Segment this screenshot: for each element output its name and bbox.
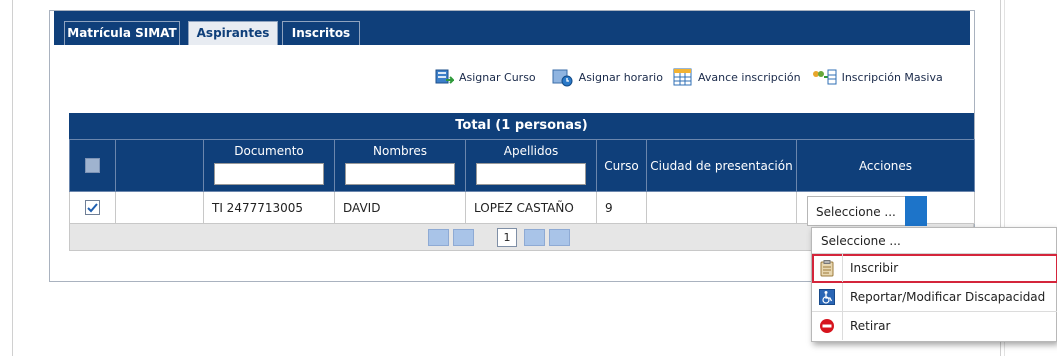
last-page-button[interactable] [549,229,570,246]
tab-matricula-simat[interactable]: Matrícula SIMAT [64,21,180,45]
first-page-button[interactable] [428,229,449,246]
checkmark-icon [87,203,98,213]
prev-page-button[interactable] [453,229,474,246]
menu-item-retirar[interactable]: Retirar [812,312,1057,341]
documento-header: Documento [203,139,335,192]
action-dropdown-menu: Seleccione ... Inscribir Reportar/Modifi… [811,227,1057,342]
nombres-label: Nombres [373,144,427,158]
tab-bar: Matrícula SIMAT Aspirantes Inscritos [54,11,970,45]
documento-filter[interactable] [214,163,324,185]
tab-inscritos[interactable]: Inscritos [282,21,360,45]
acciones-label: Acciones [858,158,913,173]
menu-item-reportar-discapacidad[interactable]: Reportar/Modificar Discapacidad [812,283,1057,312]
toolbar: Asignar Curso Asignar horario Avance ins… [434,66,953,88]
ciudad-label: Ciudad de presentación [650,158,793,173]
asignar-curso-label: Asignar Curso [459,70,536,84]
apellidos-cell: LOPEZ CASTAÑO [465,191,597,224]
menu-item-label: Retirar [850,319,891,333]
apellidos-label: Apellidos [503,144,559,158]
acciones-header: Acciones [796,139,975,192]
grid-title: Total (1 personas) [69,113,974,139]
clipboard-icon [812,254,843,282]
ciudad-cell [646,191,797,224]
left-border [12,0,13,356]
apellidos-filter[interactable] [476,163,586,185]
nombres-cell: DAVID [334,191,466,224]
row-select-cell [69,191,116,224]
assign-course-icon [435,69,454,84]
asignar-curso-tool[interactable]: Asignar Curso [434,67,536,87]
mass-enroll-icon [812,69,837,85]
asignar-horario-label: Asignar horario [578,70,663,84]
stop-icon [812,312,843,340]
nombres-header: Nombres [334,139,466,192]
curso-header: Curso [596,139,647,192]
wheelchair-icon [812,283,843,311]
next-page-button[interactable] [524,229,545,246]
dropdown-toggle-button[interactable] [905,196,927,226]
nombres-filter[interactable] [345,163,455,185]
action-select[interactable]: Seleccione ... [807,196,927,226]
apellidos-header: Apellidos [465,139,597,192]
inscripcion-masiva-label: Inscripción Masiva [841,70,943,84]
avance-inscripcion-tool[interactable]: Avance inscripción [673,67,801,87]
page-number[interactable]: 1 [497,228,517,247]
asignar-horario-tool[interactable]: Asignar horario [552,67,663,87]
documento-cell: TI 2477713005 [203,191,335,224]
documento-label: Documento [234,144,304,158]
progress-grid-icon [673,68,692,86]
menu-item-label: Inscribir [850,261,899,275]
tab-aspirantes[interactable]: Aspirantes [188,21,278,45]
curso-label: Curso [604,158,639,173]
ciudad-header: Ciudad de presentación [646,139,797,192]
action-select-value: Seleccione ... [816,205,896,219]
inscripcion-masiva-tool[interactable]: Inscripción Masiva [811,67,943,87]
avance-inscripcion-label: Avance inscripción [697,70,801,84]
schedule-icon [552,69,573,87]
dropdown-header[interactable]: Seleccione ... [812,228,1056,254]
blank-header [115,139,204,192]
select-all-cell [69,139,116,192]
row-checkbox[interactable] [85,200,100,215]
menu-item-inscribir[interactable]: Inscribir [812,254,1057,283]
curso-cell: 9 [596,191,647,224]
select-all-checkbox[interactable] [85,158,100,173]
menu-item-label: Reportar/Modificar Discapacidad [850,290,1046,304]
header-row: Documento Nombres Apellidos Curso Ciudad… [69,139,975,192]
blank-cell [115,191,204,224]
